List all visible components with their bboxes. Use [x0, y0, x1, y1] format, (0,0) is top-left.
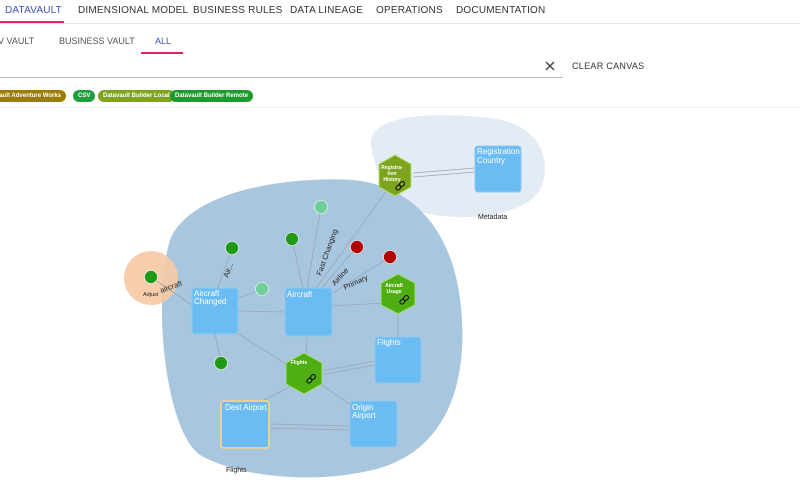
link-label-aircraft-usage: Aircraft Usage — [385, 283, 403, 295]
satellite-node[interactable] — [285, 232, 299, 246]
satellite-node[interactable] — [255, 282, 269, 296]
tab-raw-vault[interactable]: V VAULT — [0, 36, 34, 46]
tab-all[interactable]: ALL — [155, 36, 171, 46]
model-canvas[interactable]: Fast Changing Airline Primary Air... air… — [0, 108, 800, 500]
link-label-flights: Flights — [291, 360, 308, 366]
active-tab-indicator — [0, 21, 64, 23]
top-navigation: DATAVAULT DIMENSIONAL MODEL BUSINESS RUL… — [0, 0, 800, 24]
chip-datavault-builder-local[interactable]: Datavault Builder Local — [98, 90, 175, 102]
tab-data-lineage[interactable]: DATA LINEAGE — [290, 5, 363, 16]
satellite-node[interactable] — [225, 241, 239, 255]
active-subtab-indicator — [141, 52, 183, 54]
tab-documentation[interactable]: DOCUMENTATION — [456, 5, 545, 16]
group-label-metadata: Metadata — [478, 214, 507, 221]
satellite-node[interactable] — [314, 200, 328, 214]
search-input[interactable] — [0, 55, 563, 78]
tab-business-rules[interactable]: BUSINESS RULES — [193, 5, 283, 16]
satellite-node[interactable] — [214, 356, 228, 370]
tab-business-vault[interactable]: BUSINESS VAULT — [59, 36, 135, 46]
satellite-node[interactable] — [144, 270, 158, 284]
satellite-node[interactable] — [383, 250, 397, 264]
hub-label-origin-airport: Origin Airport — [352, 403, 376, 420]
sub-navigation: V VAULT BUSINESS VAULT ALL — [0, 24, 800, 54]
hub-label-aircraft: Aircraft — [287, 290, 313, 299]
tab-datavault[interactable]: DATAVAULT — [5, 5, 62, 16]
group-label-flights: Flights — [226, 467, 247, 474]
chip-csv[interactable]: CSV — [73, 90, 96, 102]
hub-label-dest-airport: Dest Airport — [225, 403, 268, 412]
chip-adventure-works[interactable]: a Vault Adventure Works — [0, 90, 66, 102]
clear-canvas-button[interactable]: CLEAR CANVAS — [572, 61, 644, 71]
tab-dimensional-model[interactable]: DIMENSIONAL MODEL — [78, 5, 188, 16]
satellite-node[interactable] — [350, 240, 364, 254]
close-icon[interactable] — [543, 59, 557, 73]
hub-label-flights: Flights — [377, 338, 401, 347]
group-label-adjust: Adjust — [143, 292, 159, 298]
chip-datavault-builder-remote[interactable]: Datavault Builder Remote — [170, 90, 254, 102]
tab-operations[interactable]: OPERATIONS — [376, 5, 443, 16]
